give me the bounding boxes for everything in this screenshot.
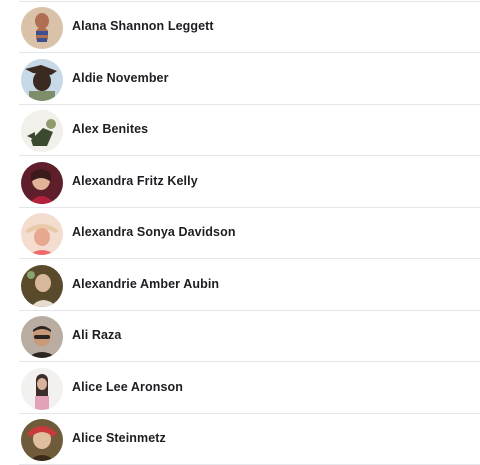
- friend-name-link[interactable]: Alice Lee Aronson: [72, 380, 183, 394]
- friend-row[interactable]: Ali Raza: [0, 311, 480, 362]
- friend-row[interactable]: Alexandra Sonya Davidson: [0, 208, 480, 259]
- friend-name-link[interactable]: Alexandra Fritz Kelly: [72, 174, 198, 188]
- avatar[interactable]: [21, 110, 63, 152]
- friend-name-link[interactable]: Alana Shannon Leggett: [72, 19, 214, 33]
- friend-name-link[interactable]: Aldie November: [72, 71, 169, 85]
- friend-row[interactable]: Alexandra Fritz Kelly: [0, 157, 480, 208]
- avatar[interactable]: [21, 264, 63, 307]
- avatar[interactable]: [21, 58, 63, 101]
- friend-row[interactable]: Alice Steinmetz: [0, 414, 480, 465]
- friends-list: Alana Shannon Leggett Aldie November Alex …: [0, 0, 480, 465]
- friend-row[interactable]: Alana Shannon Leggett: [0, 2, 480, 53]
- friend-name-link[interactable]: Alexandrie Amber Aubin: [72, 277, 219, 291]
- friend-name-link[interactable]: Alex Benites: [72, 122, 148, 136]
- friend-name-link[interactable]: Ali Raza: [72, 328, 121, 342]
- avatar[interactable]: [21, 367, 63, 410]
- friend-name-link[interactable]: Alice Steinmetz: [72, 431, 166, 445]
- avatar[interactable]: [21, 161, 63, 204]
- friend-row[interactable]: Alex Benites: [0, 105, 480, 156]
- friend-row[interactable]: Aldie November: [0, 54, 480, 105]
- friend-name-link[interactable]: Alexandra Sonya Davidson: [72, 225, 236, 239]
- friend-row[interactable]: Alice Lee Aronson: [0, 363, 480, 414]
- avatar[interactable]: [21, 419, 63, 461]
- avatar[interactable]: [21, 316, 63, 358]
- friend-row[interactable]: Alexandrie Amber Aubin: [0, 260, 480, 311]
- avatar[interactable]: [21, 7, 63, 49]
- avatar[interactable]: [21, 213, 63, 255]
